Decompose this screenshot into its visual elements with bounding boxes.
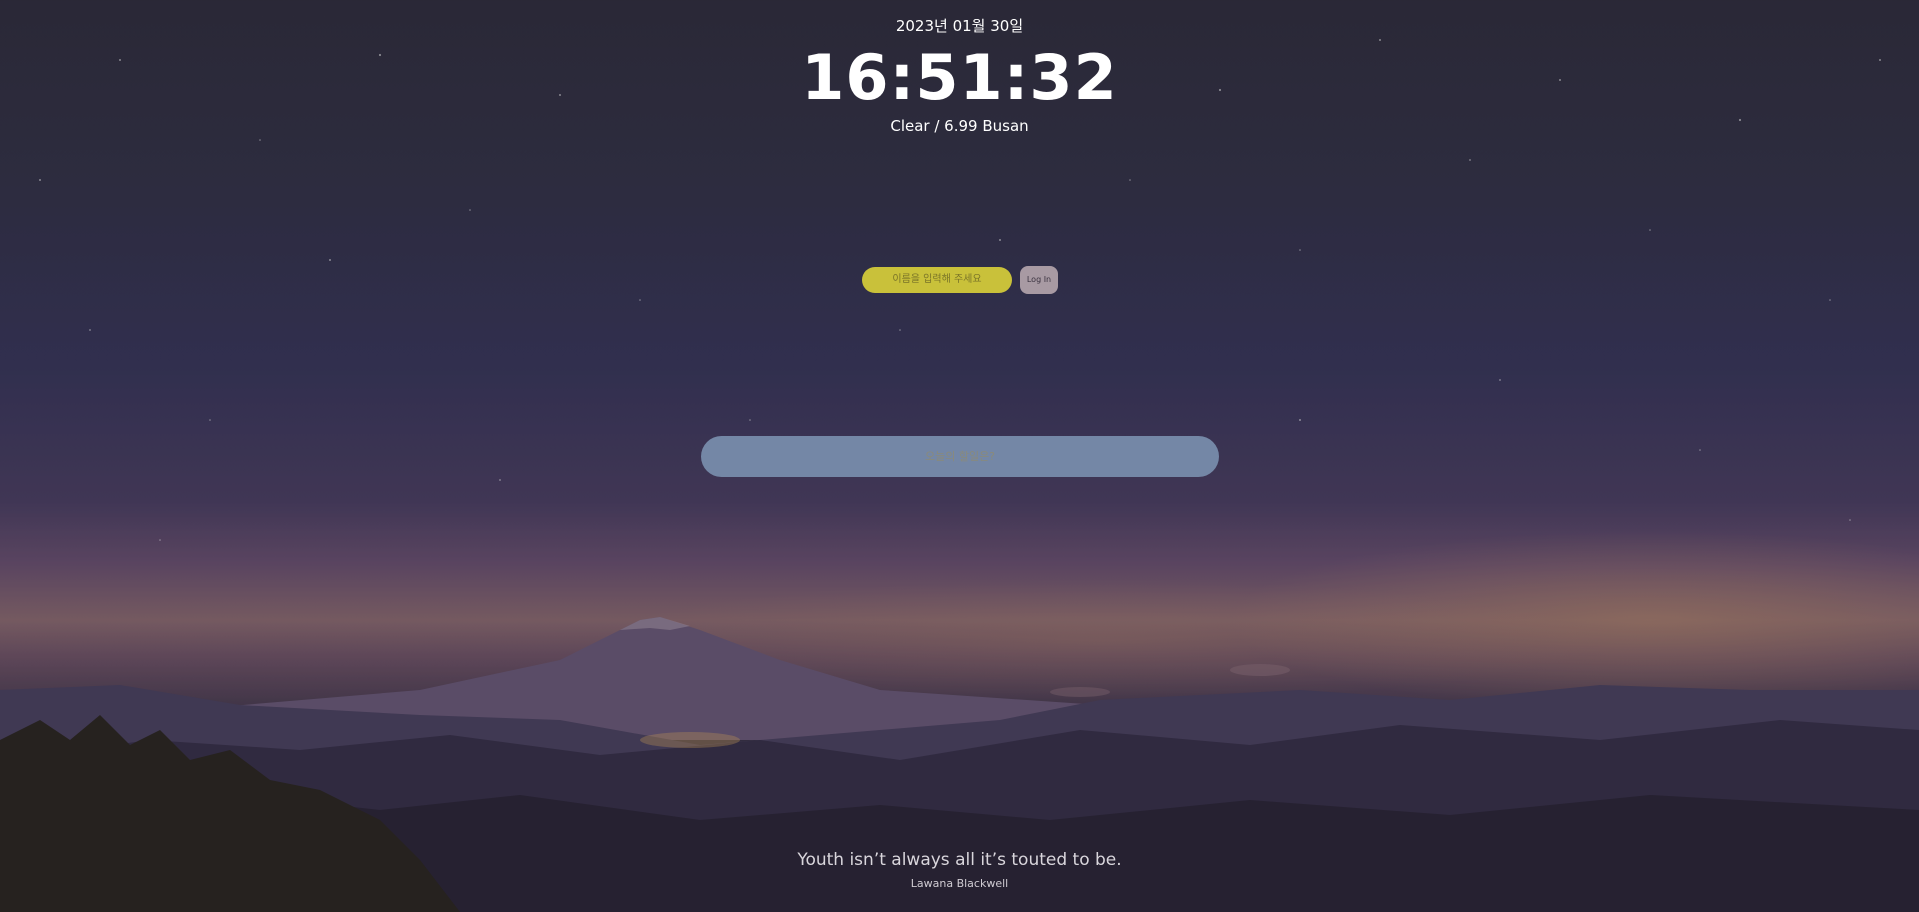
weather-display: Clear / 6.99 Busan <box>890 117 1029 135</box>
date-display: 2023년 01월 30일 <box>895 17 1024 35</box>
quote-text: Youth isn’t always all it’s touted to be… <box>797 850 1122 870</box>
quote-author: Lawana Blackwell <box>910 877 1009 890</box>
login-form: Log In <box>862 265 1058 294</box>
name-input[interactable] <box>862 266 1012 293</box>
login-button[interactable]: Log In <box>1020 265 1058 294</box>
clock-display: 16:51:32 <box>801 41 1118 114</box>
todo-input[interactable] <box>701 436 1219 477</box>
